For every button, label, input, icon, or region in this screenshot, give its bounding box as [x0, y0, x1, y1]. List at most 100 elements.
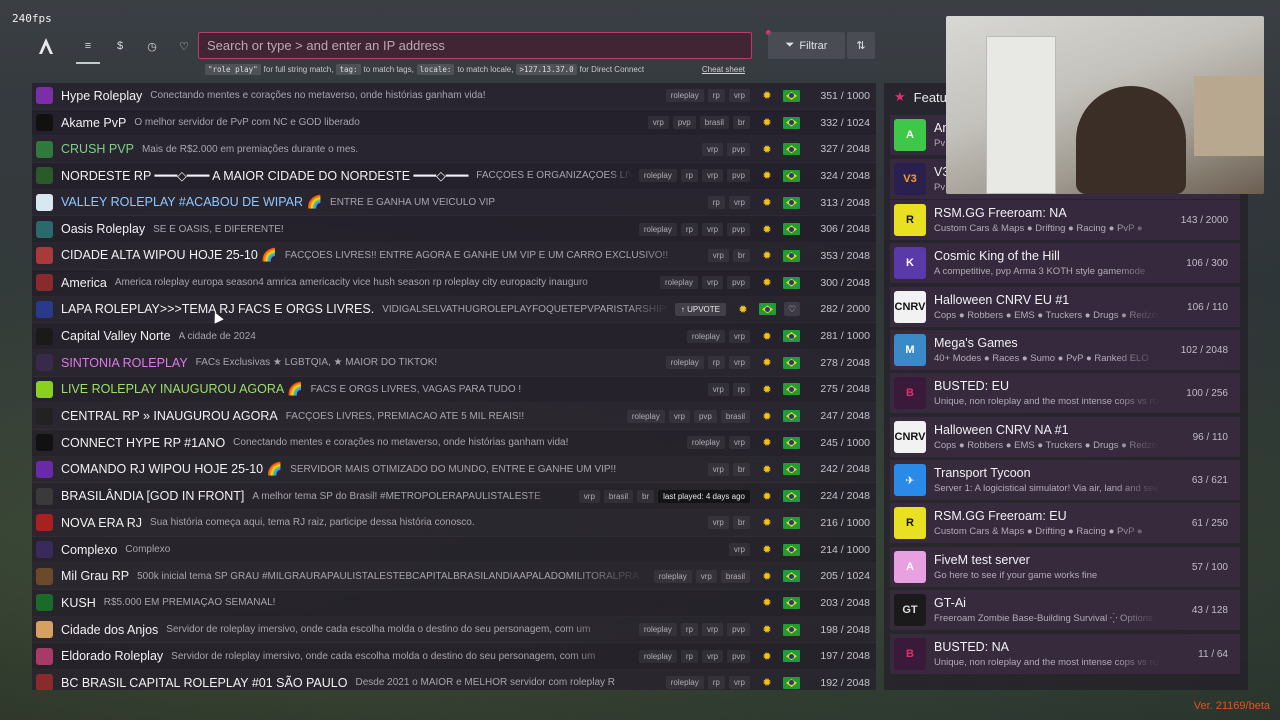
server-tag[interactable]: vrp [728, 89, 750, 103]
server-tag[interactable]: brasil [699, 116, 729, 130]
server-tag[interactable]: br [637, 489, 655, 503]
server-row[interactable]: CIDADE ALTA WIPOU HOJE 25-10 🌈 FACÇÕES LI… [32, 243, 876, 270]
server-tag[interactable]: vrp [701, 222, 724, 236]
premium-dollar-icon[interactable]: $ [108, 36, 132, 56]
server-tag[interactable]: roleplay [638, 623, 677, 637]
server-tag[interactable]: vrp [701, 169, 724, 183]
server-tag[interactable]: vrp [728, 196, 750, 210]
server-row[interactable]: LAPA ROLEPLAY>>>TEMA RJ FACS E ORGS LIVR… [32, 297, 876, 324]
server-tag[interactable]: vrp [728, 676, 750, 690]
server-row[interactable]: CRUSH PVP Mais de R$2.000 em premiações d… [32, 136, 876, 163]
server-row[interactable]: Hype Roleplay Conectando mentes e coraçõe… [32, 83, 876, 110]
server-row[interactable]: CONNECT HYPE RP #1ANO Conectando mentes e… [32, 430, 876, 457]
featured-server-card[interactable]: CNRV Halloween CNRV NA #1 Cops ● Robbers ●… [890, 417, 1240, 457]
server-row[interactable]: VALLEY ROLEPLAY #ACABOU DE WIPAR 🌈 ENTRE … [32, 190, 876, 217]
server-tag[interactable]: brasil [720, 569, 750, 583]
server-tag[interactable]: roleplay [638, 169, 677, 183]
server-tag[interactable]: brasil [720, 409, 750, 423]
server-row[interactable]: Complexo Complexo vrp ✹ 214 / 1000 [32, 537, 876, 564]
server-tag[interactable]: rp [707, 196, 725, 210]
server-tag[interactable]: vrp [701, 649, 724, 663]
server-tag[interactable]: pvp [727, 222, 750, 236]
server-row[interactable]: NOVA ERA RJ Sua história começa aqui, tem… [32, 510, 876, 537]
server-tag[interactable]: pvp [727, 649, 750, 663]
server-tag[interactable]: pvp [727, 142, 750, 156]
server-tag[interactable]: rp [680, 623, 698, 637]
servers-list-icon[interactable]: ≡ [76, 36, 100, 64]
server-tag[interactable]: vrp [578, 489, 600, 503]
server-tag[interactable]: vrp [707, 516, 729, 530]
search-input[interactable] [207, 38, 743, 53]
server-row[interactable]: KUSH R$5.000 EM PREMIAÇÃO SEMANAL! ✹ 203 / … [32, 590, 876, 617]
server-tag[interactable]: vrp [728, 329, 750, 343]
featured-server-card[interactable]: M Mega's Games 40+ Modes ● Races ● Sumo ● … [890, 330, 1240, 370]
server-row[interactable]: COMANDO RJ WIPOU HOJE 25-10 🌈 SERVIDOR MA… [32, 457, 876, 484]
server-tag[interactable]: rp [680, 169, 698, 183]
server-row[interactable]: LIVE ROLEPLAY INAUGUROU AGORA 🌈 FACS E OR… [32, 377, 876, 404]
server-tag[interactable]: roleplay [653, 569, 692, 583]
server-row[interactable]: Mil Grau RP 500k inicial tema SP GRAU #MI… [32, 563, 876, 590]
server-tag[interactable]: brasil [603, 489, 634, 503]
featured-server-card[interactable]: R RSM.GG Freeroam: EU Custom Cars & Maps ●… [890, 503, 1240, 543]
server-tag[interactable]: vrp [701, 276, 724, 290]
server-row[interactable]: SINTONIA ROLEPLAY FACs Exclusivas ★ LGBTQ… [32, 350, 876, 377]
server-tag[interactable]: vrp [668, 409, 690, 423]
featured-server-card[interactable]: GT GT-Ai Freeroam Zombie Base-Building Sur… [890, 590, 1240, 630]
server-row[interactable]: Akame PvP O melhor servidor de PvP com NC… [32, 110, 876, 137]
server-tag[interactable]: roleplay [665, 676, 704, 690]
server-tag[interactable]: br [732, 516, 750, 530]
fivem-logo[interactable] [36, 36, 56, 56]
server-row[interactable]: CENTRAL RP » INAUGUROU AGORA FACÇOES LIVR… [32, 403, 876, 430]
server-tag[interactable]: vrp [695, 569, 717, 583]
server-row[interactable]: America America roleplay europa season4 a… [32, 270, 876, 297]
server-tag[interactable]: rp [732, 382, 750, 396]
server-row[interactable]: NORDESTE RP ━━━◇━━━ A MAIOR CIDADE DO NO… [32, 163, 876, 190]
server-row[interactable]: Eldorado Roleplay Servidor de roleplay im… [32, 643, 876, 670]
server-tag[interactable]: rp [680, 222, 698, 236]
server-row[interactable]: Capital Valley Norte A cidade de 2024 role… [32, 323, 876, 350]
featured-server-card[interactable]: ✈ Transport Tycoon Server 1: A logicistica… [890, 460, 1240, 500]
featured-server-card[interactable]: R RSM.GG Freeroam: NA Custom Cars & Maps ●… [890, 200, 1240, 240]
server-tag[interactable]: vrp [707, 462, 729, 476]
history-clock-icon[interactable]: ◷ [140, 36, 164, 56]
server-tag[interactable]: rp [707, 356, 725, 370]
server-tag[interactable]: roleplay [686, 329, 725, 343]
server-tag[interactable]: roleplay [626, 409, 665, 423]
server-row[interactable]: BRASILÂNDIA [GOD IN FRONT] A melhor tema … [32, 483, 876, 510]
upvote-button[interactable]: ↑ UPVOTE [674, 302, 726, 316]
server-tag[interactable]: rp [707, 676, 725, 690]
server-tag[interactable]: rp [680, 649, 698, 663]
server-tag[interactable]: pvp [672, 116, 696, 130]
server-tag[interactable]: br [732, 249, 750, 263]
server-tag[interactable]: vrp [701, 623, 724, 637]
sort-button[interactable]: ⇅ [847, 32, 875, 59]
server-tag[interactable]: roleplay [638, 649, 677, 663]
server-row[interactable]: Oasis Roleplay SE É OASIS, É DIFERENTE! ro… [32, 216, 876, 243]
server-tag[interactable]: roleplay [665, 356, 704, 370]
featured-server-card[interactable]: K Cosmic King of the Hill A competitive, p… [890, 243, 1240, 283]
server-tag[interactable]: br [732, 462, 750, 476]
favorites-heart-icon[interactable]: ♡ [172, 36, 196, 56]
server-tag[interactable]: pvp [693, 409, 717, 423]
server-tag[interactable]: pvp [727, 623, 750, 637]
cheat-sheet-link[interactable]: Cheat sheet [702, 65, 745, 74]
server-tag[interactable]: vrp [728, 436, 750, 450]
server-tag[interactable]: rp [707, 89, 725, 103]
server-row[interactable]: Cidade dos Anjos Servidor de roleplay ime… [32, 617, 876, 644]
server-tag[interactable]: vrp [728, 356, 750, 370]
server-tag[interactable]: roleplay [659, 276, 698, 290]
featured-server-card[interactable]: A FiveM test server Go here to see if your… [890, 547, 1240, 587]
server-tag[interactable]: vrp [728, 543, 750, 557]
server-tag[interactable]: pvp [727, 276, 750, 290]
featured-server-card[interactable]: B BUSTED: NA Unique, non roleplay and the … [890, 634, 1240, 674]
server-tag[interactable]: roleplay [665, 89, 704, 103]
server-tag[interactable]: roleplay [686, 436, 725, 450]
favorite-heart-icon[interactable]: ♡ [784, 302, 800, 317]
server-tag[interactable]: vrp [647, 116, 669, 130]
server-row[interactable]: BC BRASIL CAPITAL ROLEPLAY #01 SÃO PAULO… [32, 670, 876, 690]
server-tag[interactable]: vrp [701, 142, 724, 156]
featured-server-card[interactable]: CNRV Halloween CNRV EU #1 Cops ● Robbers ●… [890, 287, 1240, 327]
featured-server-card[interactable]: B BUSTED: EU Unique, non roleplay and the … [890, 373, 1240, 413]
filter-button[interactable]: ⏷ Filtrar [768, 32, 845, 59]
server-tag[interactable]: vrp [707, 382, 729, 396]
